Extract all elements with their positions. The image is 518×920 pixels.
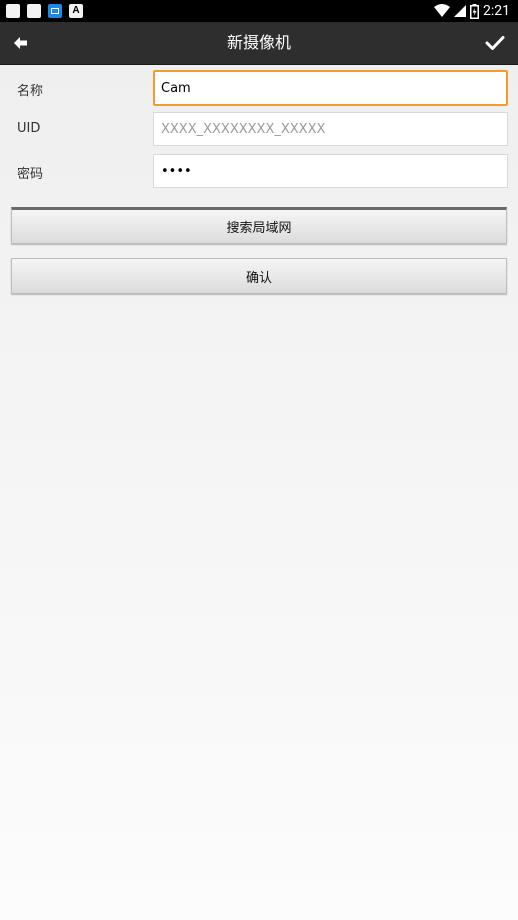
notification-square-icon [6, 4, 20, 18]
uid-field[interactable] [153, 112, 508, 146]
action-bar: 新摄像机 [0, 22, 518, 65]
notification-icons: A [6, 4, 83, 18]
checkmark-icon [485, 36, 505, 50]
confirm-button[interactable]: 确认 [11, 258, 507, 294]
name-row: 名称 [0, 70, 518, 106]
password-field[interactable] [153, 154, 508, 188]
password-row: 密码 [0, 154, 518, 188]
search-lan-button[interactable]: 搜索局域网 [11, 207, 507, 244]
password-label: 密码 [17, 167, 44, 182]
status-bar: A 2:21 [0, 0, 518, 22]
confirm-check-button[interactable] [480, 28, 510, 58]
signal-icon [454, 5, 466, 17]
search-lan-button-label: 搜索局域网 [226, 221, 292, 236]
wifi-icon [434, 4, 450, 17]
font-a-icon: A [69, 4, 83, 18]
page-title: 新摄像机 [226, 33, 291, 52]
name-field[interactable] [153, 70, 508, 106]
clock: 2:21 [483, 3, 510, 19]
system-icons: 2:21 [434, 2, 510, 20]
confirm-button-label: 确认 [245, 270, 272, 286]
name-label: 名称 [17, 84, 44, 99]
uid-label: UID [17, 121, 41, 136]
outlook-icon [48, 4, 62, 18]
notification-square-icon [27, 4, 41, 18]
uid-row: UID [0, 112, 518, 146]
battery-charging-icon [470, 3, 479, 19]
